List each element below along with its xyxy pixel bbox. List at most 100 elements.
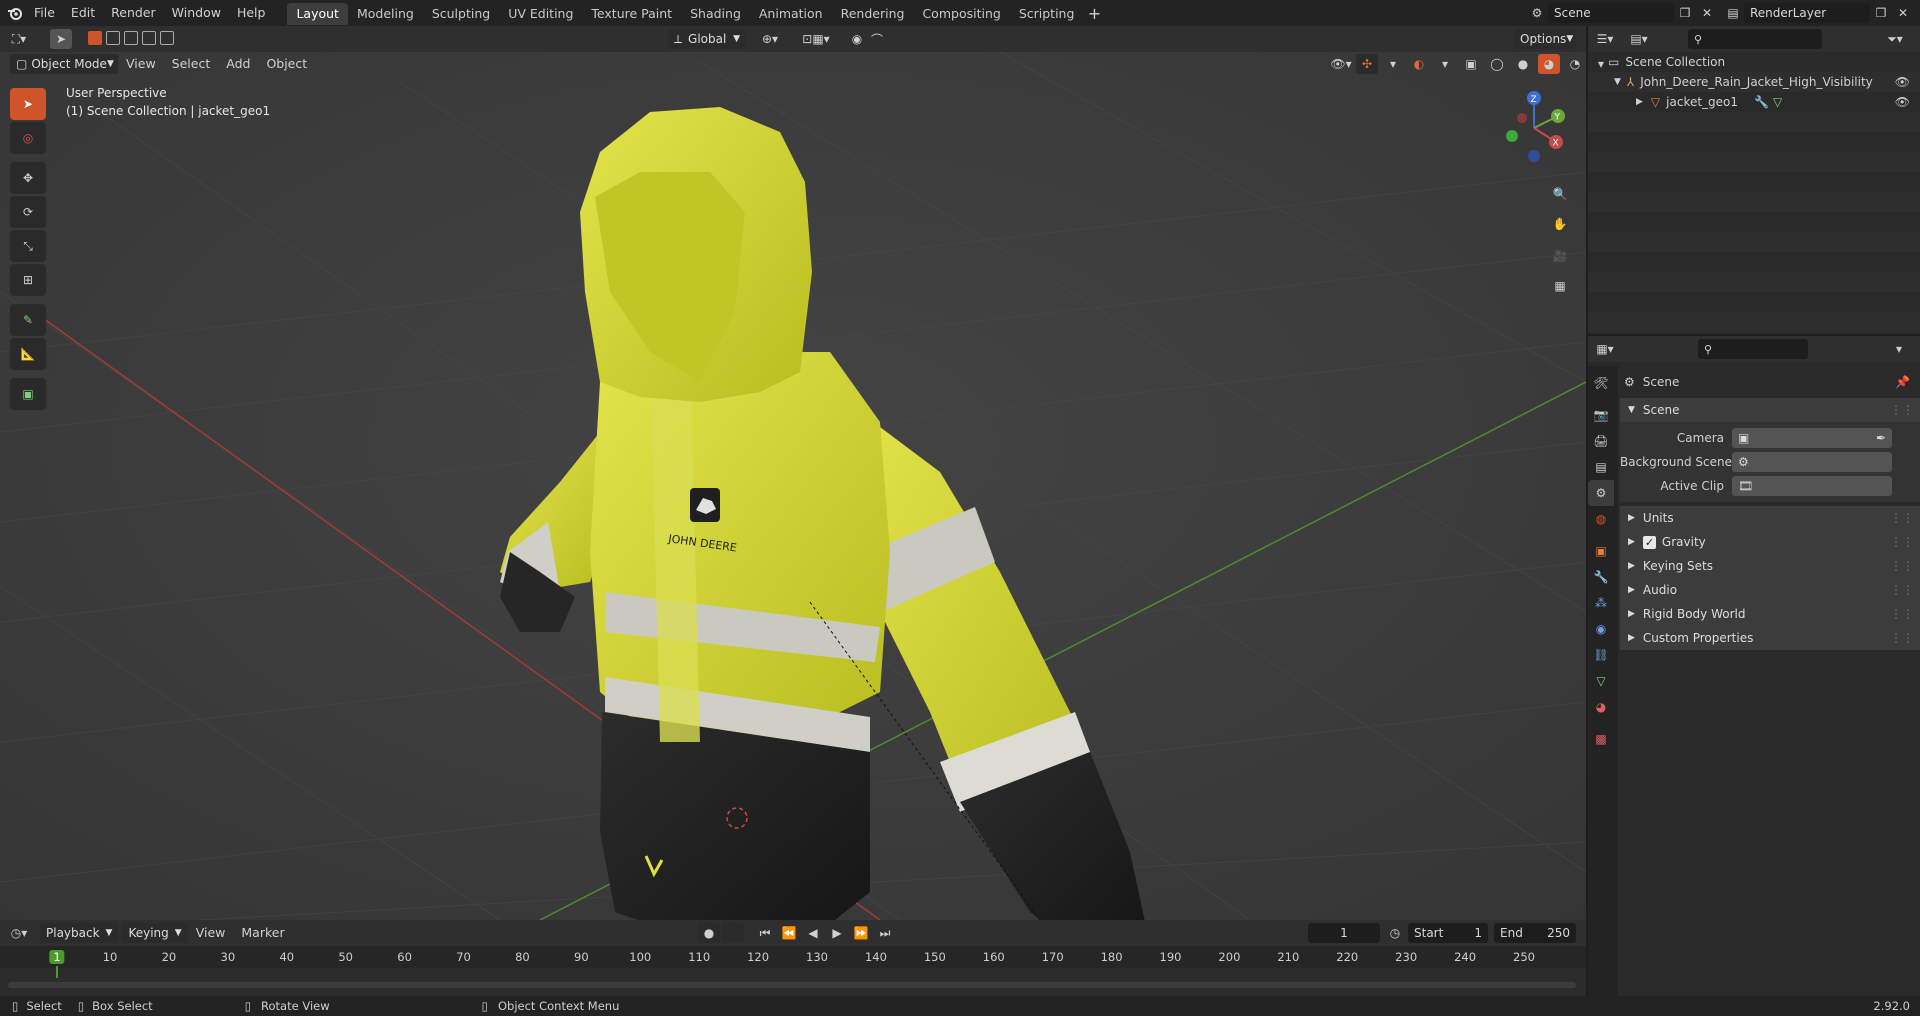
timeline-menu-marker[interactable]: Marker — [233, 920, 292, 946]
tab-scene[interactable]: ⚙ — [1588, 480, 1614, 506]
tab-constraints[interactable]: ⛓ — [1588, 642, 1614, 668]
select-tool-icon[interactable]: ➤ — [50, 29, 72, 49]
blender-logo-icon[interactable] — [4, 3, 26, 23]
material-shading-icon[interactable]: ◕ — [1538, 54, 1560, 74]
panel-scene-header[interactable]: ▼ Scene ⋮⋮ — [1620, 398, 1920, 422]
outliner-row-jacket[interactable]: ▶ ▽ jacket_geo1 🔧 ▽ 👁 — [1588, 92, 1920, 112]
outliner-row-collection[interactable]: ▼ ⅄ John_Deere_Rain_Jacket_High_Visibili… — [1588, 72, 1920, 92]
tab-shading[interactable]: Shading — [681, 3, 750, 25]
editor-type-icon[interactable]: ⛶▾ — [8, 29, 30, 49]
eye-icon[interactable]: 👁 — [1895, 95, 1910, 109]
tab-modeling[interactable]: Modeling — [348, 3, 423, 25]
overlay-toggle-icon[interactable]: ◐ — [1408, 54, 1430, 74]
tab-physics[interactable]: ◉ — [1588, 616, 1614, 642]
tab-material[interactable]: ◕ — [1588, 694, 1614, 720]
tab-layout[interactable]: Layout — [287, 3, 348, 25]
proportional-edit-icon[interactable]: ◉ — [846, 29, 868, 49]
preview-range-icon[interactable]: ◷ — [1384, 923, 1406, 943]
jump-end-icon[interactable]: ⏭ — [874, 923, 896, 943]
tab-texture[interactable]: ▩ — [1588, 726, 1614, 752]
new-view-layer-icon[interactable]: ❐ — [1870, 3, 1892, 23]
drag-handle-icon[interactable]: ⋮⋮ — [1890, 403, 1914, 417]
drag-handle-icon[interactable]: ⋮⋮ — [1890, 511, 1914, 525]
options-dropdown[interactable]: Options ▼ — [1514, 29, 1576, 49]
gizmo-toggle-icon[interactable]: ✣ — [1356, 54, 1378, 74]
panel-rigid-body-world[interactable]: ▶ Rigid Body World ⋮⋮ — [1620, 602, 1920, 626]
scene-icon[interactable]: ⚙ — [1526, 3, 1548, 23]
panel-gravity[interactable]: ▶ ✓ Gravity ⋮⋮ — [1620, 530, 1920, 554]
solid-shading-icon[interactable]: ● — [1512, 54, 1534, 74]
annotate-tool[interactable]: ✎ — [10, 304, 46, 336]
visibility-icon[interactable]: 👁▾ — [1330, 54, 1352, 74]
tab-sculpting[interactable]: Sculpting — [423, 3, 499, 25]
pan-view-button[interactable]: ✋ — [1546, 210, 1574, 238]
object-mode-dropdown[interactable]: ▢ Object Mode ▼ — [10, 54, 118, 74]
select-box-tool[interactable]: ➤ — [10, 88, 46, 120]
start-frame-field[interactable]: Start 1 — [1408, 923, 1488, 943]
next-keyframe-icon[interactable]: ⏩ — [850, 923, 872, 943]
delete-scene-icon[interactable]: ✕ — [1696, 3, 1718, 23]
view-layer-icon[interactable]: ▤ — [1722, 3, 1744, 23]
eyedropper-icon[interactable]: ✒ — [1876, 431, 1886, 445]
playback-dropdown[interactable]: Playback ▼ — [40, 923, 119, 943]
add-cube-tool[interactable]: ▣ — [10, 378, 46, 410]
tab-uv-editing[interactable]: UV Editing — [499, 3, 582, 25]
outliner-search-input[interactable]: ⚲ — [1688, 29, 1822, 49]
zoom-view-button[interactable]: 🔍 — [1546, 180, 1574, 208]
menu-help[interactable]: Help — [229, 0, 274, 26]
drag-handle-icon[interactable]: ⋮⋮ — [1890, 559, 1914, 573]
tab-data[interactable]: ▽ — [1588, 668, 1614, 694]
panel-custom-properties[interactable]: ▶ Custom Properties ⋮⋮ — [1620, 626, 1920, 650]
gravity-checkbox[interactable]: ✓ — [1642, 535, 1656, 549]
select-new-icon[interactable] — [88, 31, 102, 45]
move-tool[interactable]: ✥ — [10, 162, 46, 194]
tab-output[interactable]: 🖨 — [1588, 428, 1614, 454]
timeline-editor-type-icon[interactable]: ◷▾ — [8, 923, 30, 943]
current-frame-field[interactable]: 1 — [1308, 923, 1380, 943]
drag-handle-icon[interactable]: ⋮⋮ — [1890, 631, 1914, 645]
outliner-editor-type-icon[interactable]: ☰▾ — [1594, 29, 1616, 49]
play-reverse-icon[interactable]: ◀ — [802, 923, 824, 943]
tab-object[interactable]: ▣ — [1588, 538, 1614, 564]
properties-options-icon[interactable]: ▾ — [1888, 339, 1910, 359]
select-extend-icon[interactable] — [106, 31, 120, 45]
camera-view-button[interactable]: 🎥 — [1546, 242, 1574, 270]
pivot-point-icon[interactable]: ⊕▾ — [752, 29, 788, 49]
tab-modifiers[interactable]: 🔧 — [1588, 564, 1614, 590]
cursor-tool[interactable]: ◎ — [10, 122, 46, 154]
background-scene-field[interactable]: ⚙ — [1732, 452, 1892, 472]
select-invert-icon[interactable] — [142, 31, 156, 45]
scene-selector[interactable]: Scene — [1548, 3, 1674, 23]
display-mode-icon[interactable]: ▤▾ — [1628, 29, 1650, 49]
viewport-menu-add[interactable]: Add — [218, 53, 258, 75]
jump-start-icon[interactable]: ⏮ — [754, 923, 776, 943]
add-workspace-icon[interactable]: + — [1083, 3, 1105, 23]
drag-handle-icon[interactable]: ⋮⋮ — [1890, 535, 1914, 549]
tab-compositing[interactable]: Compositing — [913, 3, 1009, 25]
select-subtract-icon[interactable] — [124, 31, 138, 45]
record-icon[interactable]: ● — [698, 923, 720, 943]
keying-dropdown[interactable]: Keying ▼ — [122, 923, 188, 943]
prev-keyframe-icon[interactable]: ⏪ — [778, 923, 800, 943]
drag-handle-icon[interactable]: ⋮⋮ — [1890, 583, 1914, 597]
delete-view-layer-icon[interactable]: ✕ — [1892, 3, 1914, 23]
gizmo-dropdown-icon[interactable]: ▾ — [1382, 54, 1404, 74]
3d-viewport[interactable]: JOHN DEERE User Perspective (1) Scene Co… — [0, 52, 1586, 920]
transform-tool[interactable]: ⊞ — [10, 264, 46, 296]
panel-units[interactable]: ▶ Units ⋮⋮ — [1620, 506, 1920, 530]
tab-animation[interactable]: Animation — [750, 3, 832, 25]
view-layer-selector[interactable]: RenderLayer — [1744, 3, 1870, 23]
tab-view-layer[interactable]: ▤ — [1588, 454, 1614, 480]
new-scene-icon[interactable]: ❐ — [1674, 3, 1696, 23]
eye-icon[interactable]: 👁 — [1895, 75, 1910, 89]
measure-tool[interactable]: 📐 — [10, 338, 46, 370]
viewport-menu-select[interactable]: Select — [164, 53, 219, 75]
tab-particles[interactable]: ⁂ — [1588, 590, 1614, 616]
panel-keying-sets[interactable]: ▶ Keying Sets ⋮⋮ — [1620, 554, 1920, 578]
tab-world[interactable]: ◍ — [1588, 506, 1614, 532]
tab-scripting[interactable]: Scripting — [1010, 3, 1084, 25]
camera-field[interactable]: ▣ ✒ — [1732, 428, 1892, 448]
timeline-scrollbar[interactable] — [8, 982, 1576, 988]
menu-render[interactable]: Render — [103, 0, 164, 26]
viewport-menu-view[interactable]: View — [118, 53, 164, 75]
